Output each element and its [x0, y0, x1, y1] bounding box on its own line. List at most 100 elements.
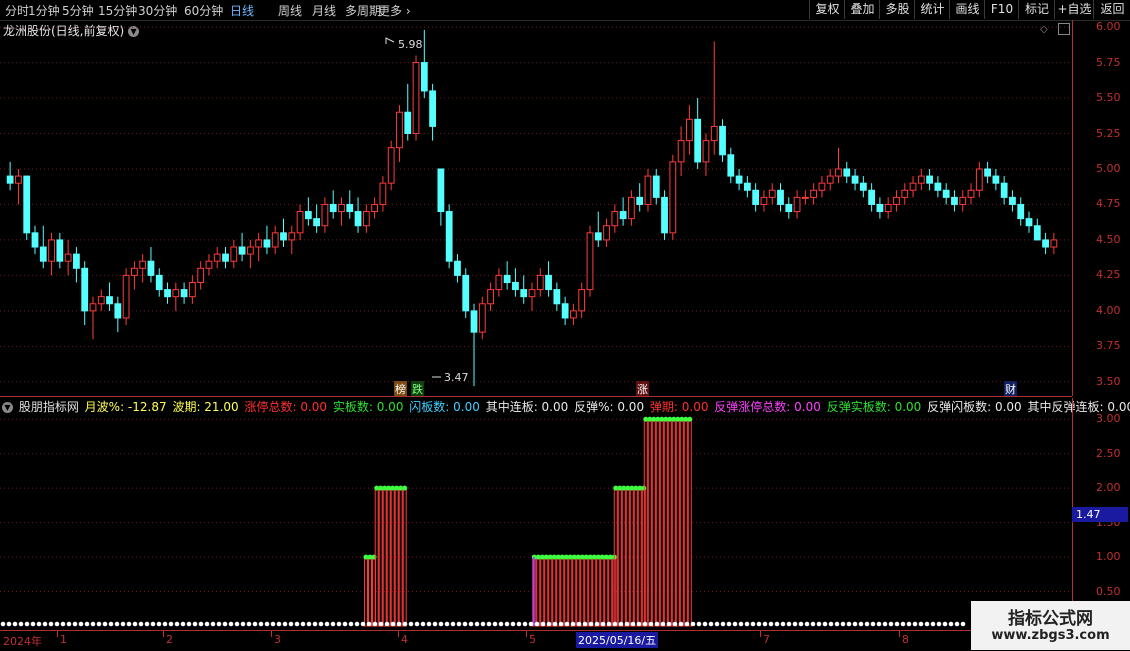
- tab-3[interactable]: 15分钟: [98, 2, 137, 19]
- zero-marker: [468, 621, 474, 627]
- candle-body: [851, 175, 859, 184]
- zero-marker: [210, 621, 216, 627]
- zero-marker: [324, 621, 330, 627]
- zero-marker: [342, 621, 348, 627]
- year-label: 2024年: [3, 635, 42, 648]
- tab-9[interactable]: 多周期: [345, 2, 381, 19]
- zero-marker: [702, 621, 708, 627]
- zero-marker: [6, 621, 12, 627]
- candle-body: [470, 310, 478, 333]
- candle-body: [387, 147, 395, 184]
- candle-body: [1017, 203, 1025, 220]
- indicator-bar: [588, 556, 593, 627]
- month-tick: [760, 631, 761, 637]
- toolbar-button-6[interactable]: 标记: [1018, 0, 1055, 19]
- indicator-bar: [643, 418, 648, 627]
- candle-body: [39, 246, 47, 262]
- candle-body: [975, 168, 983, 191]
- month-label: 4: [401, 633, 408, 646]
- indicator-bar: [544, 556, 549, 627]
- candle-body: [586, 232, 594, 291]
- candle-body: [735, 175, 743, 184]
- candlestick-chart[interactable]: [0, 20, 1072, 396]
- indicator-bar: [604, 556, 609, 627]
- indicator-bar: [552, 556, 557, 627]
- zero-marker: [846, 621, 852, 627]
- toolbar-button-2[interactable]: 多股: [879, 0, 915, 19]
- candle-body: [15, 175, 22, 184]
- zero-marker: [600, 621, 606, 627]
- indicator-bar: [621, 487, 626, 627]
- indicator-bar: [548, 556, 553, 627]
- candle-body: [1000, 182, 1008, 198]
- zero-marker: [246, 621, 252, 627]
- zero-marker: [678, 621, 684, 627]
- zero-marker: [870, 621, 876, 627]
- candle-body: [354, 211, 362, 227]
- zero-marker: [390, 621, 396, 627]
- event-zhang-badge[interactable]: 涨: [636, 381, 649, 397]
- zero-marker: [498, 621, 504, 627]
- zero-marker: [264, 621, 270, 627]
- period-toolbar: 分时 1分钟 5分钟 15分钟 30分钟 60分钟 日线 周线 月线 多周期 更多 › 复权 叠加 多股统…: [0, 0, 1130, 21]
- candle-body: [205, 260, 213, 269]
- zero-marker: [132, 621, 138, 627]
- candle-body: [785, 203, 793, 213]
- indicator-bar: [576, 556, 581, 627]
- tab-1[interactable]: 1分钟: [28, 2, 60, 19]
- tab-5[interactable]: 60分钟: [184, 2, 223, 19]
- event-die-badge[interactable]: 跌: [411, 381, 424, 397]
- zero-marker: [408, 621, 414, 627]
- indicator-bar: [641, 487, 646, 627]
- tab-8[interactable]: 月线: [312, 2, 336, 19]
- tab-10[interactable]: 更多 ›: [378, 2, 411, 19]
- toolbar-button-5[interactable]: F10: [984, 0, 1019, 19]
- indicator-bar: [572, 556, 577, 627]
- tab-2[interactable]: 5分钟: [62, 2, 94, 19]
- zero-marker: [828, 621, 834, 627]
- toolbar-button-0[interactable]: 复权: [809, 0, 845, 19]
- indicator-chart[interactable]: [0, 398, 1072, 630]
- candle-body: [636, 196, 644, 205]
- event-bang-badge[interactable]: 榜: [394, 381, 407, 397]
- zero-marker: [504, 621, 510, 627]
- month-tick: [899, 631, 900, 637]
- candle-body: [677, 140, 685, 163]
- candle-body: [188, 281, 196, 298]
- indicator-tick-label: 2.00: [1096, 481, 1121, 495]
- month-label: 3: [274, 633, 281, 646]
- price-tick-label: 4.50: [1096, 232, 1121, 246]
- candle-body: [131, 267, 138, 276]
- indicator-bar: [675, 418, 680, 627]
- zero-marker: [162, 621, 168, 627]
- candle-body: [147, 260, 155, 276]
- zero-marker: [102, 621, 108, 627]
- candle-body: [396, 111, 403, 149]
- zero-marker: [864, 621, 870, 627]
- toolbar-button-1[interactable]: 叠加: [844, 0, 880, 19]
- indicator-bar: [637, 487, 642, 627]
- tab-4[interactable]: 30分钟: [138, 2, 177, 19]
- toolbar-button-8[interactable]: 返回: [1093, 0, 1130, 19]
- candle-body: [951, 196, 958, 205]
- zero-marker: [528, 621, 534, 627]
- tab-6[interactable]: 日线: [230, 2, 254, 19]
- toolbar-button-7[interactable]: +自选: [1054, 0, 1094, 19]
- candle-body: [362, 211, 370, 227]
- zero-marker: [822, 621, 828, 627]
- candle-body: [172, 289, 180, 298]
- indicator-tick-label: 0.50: [1096, 584, 1121, 598]
- indicator-bar: [367, 556, 372, 627]
- event-cai-badge[interactable]: 财: [1004, 381, 1017, 397]
- tab-7[interactable]: 周线: [278, 2, 302, 19]
- zero-marker: [780, 621, 786, 627]
- candle-body: [296, 211, 304, 234]
- toolbar-button-3[interactable]: 统计: [914, 0, 950, 19]
- zero-marker: [24, 621, 30, 627]
- toolbar-button-4[interactable]: 画线: [949, 0, 985, 19]
- month-label: 7: [763, 633, 770, 646]
- zero-marker: [30, 621, 36, 627]
- current-value-badge: 1.47: [1072, 507, 1128, 522]
- tab-0[interactable]: 分时: [5, 2, 29, 19]
- zero-marker: [222, 621, 228, 627]
